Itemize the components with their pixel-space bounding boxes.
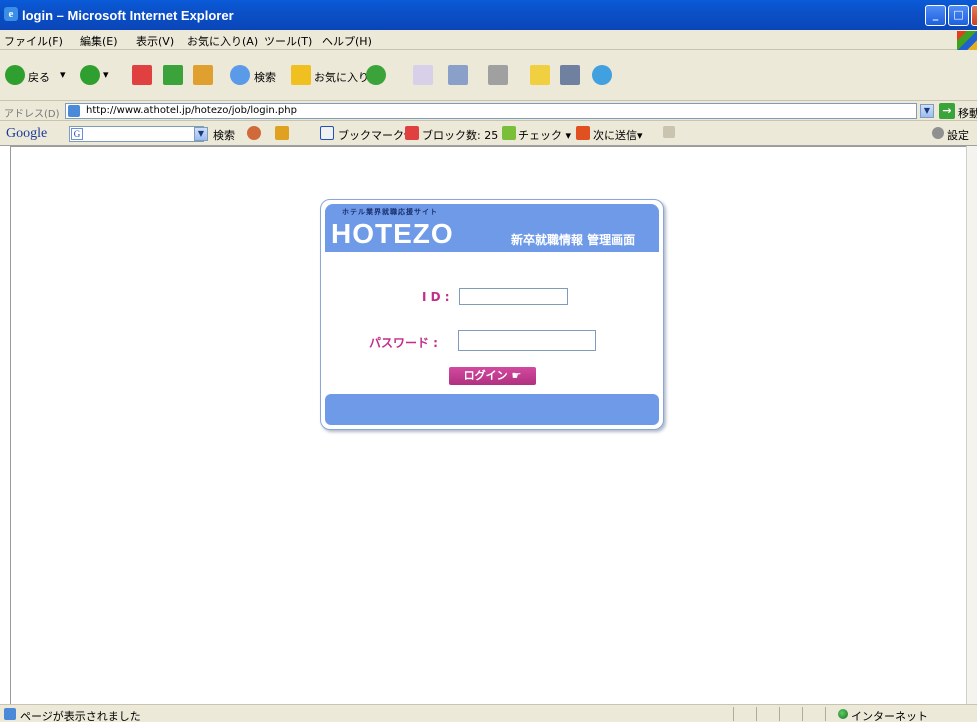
print-icon[interactable] [448, 65, 468, 85]
address-dropdown-icon[interactable]: ▼ [920, 104, 934, 118]
home-icon[interactable] [193, 65, 213, 85]
popup-icon[interactable] [275, 126, 289, 140]
mail-icon[interactable] [413, 65, 433, 85]
pagerank-icon[interactable] [247, 126, 261, 140]
messenger-icon[interactable] [592, 65, 612, 85]
spellcheck-icon[interactable] [502, 126, 516, 140]
note-icon[interactable] [530, 65, 550, 85]
internet-zone-icon [838, 709, 848, 719]
address-bar: アドレス(D) http://www.athotel.jp/hotezo/job… [0, 101, 977, 121]
forward-dropdown-icon[interactable]: ▾ [103, 68, 109, 81]
status-divider [756, 707, 757, 721]
bookmark-star-icon[interactable] [320, 126, 334, 140]
vertical-scrollbar[interactable] [966, 146, 977, 704]
send-icon[interactable] [576, 126, 590, 140]
login-button[interactable]: ログイン ☛ [449, 367, 536, 385]
stop-icon[interactable] [132, 65, 152, 85]
popup-blocker-icon[interactable] [405, 126, 419, 140]
bookmarks-button[interactable]: ブックマーク▾ [338, 127, 410, 143]
menu-file[interactable]: ファイル(F) [4, 33, 63, 49]
blocked-count[interactable]: ブロック数: 25 [422, 127, 498, 143]
windows-logo-icon [957, 31, 977, 50]
page-icon [68, 105, 80, 117]
id-input[interactable] [459, 288, 568, 305]
status-divider [825, 707, 826, 721]
password-input[interactable] [458, 330, 596, 351]
back-arrow-icon[interactable] [5, 65, 25, 85]
hotezo-logo: HOTEZO [331, 218, 454, 249]
send-button[interactable]: 次に送信▾ [593, 127, 643, 143]
minimize-button[interactable]: _ [925, 5, 946, 26]
status-divider [779, 707, 780, 721]
panel-header: ホテル業界就職応援サイト HOTEZO 新卒就職情報 管理画面 [325, 204, 659, 252]
site-tagline: ホテル業界就職応援サイト [342, 208, 438, 216]
research-icon[interactable] [560, 65, 580, 85]
search-icon[interactable] [230, 65, 250, 85]
google-logo[interactable]: Google [6, 126, 47, 142]
panel-footer [325, 394, 659, 425]
forward-arrow-icon[interactable] [80, 65, 100, 85]
address-label: アドレス(D) [4, 109, 60, 120]
close-button[interactable]: × [971, 5, 977, 26]
favorites-label[interactable]: お気に入り [314, 69, 369, 85]
back-dropdown-icon[interactable]: ▾ [60, 68, 66, 81]
menu-help[interactable]: ヘルプ(H) [322, 33, 372, 49]
favorites-star-icon[interactable] [291, 65, 311, 85]
status-page-icon [4, 708, 16, 720]
check-button[interactable]: チェック ▾ [518, 127, 571, 143]
go-label[interactable]: 移動 [958, 105, 977, 121]
admin-subtitle: 新卒就職情報 管理画面 [511, 233, 636, 247]
go-arrow-icon[interactable]: → [939, 103, 955, 119]
status-divider [733, 707, 734, 721]
menu-edit[interactable]: 編集(E) [80, 33, 118, 49]
back-label[interactable]: 戻る [28, 69, 50, 85]
menu-favorites[interactable]: お気に入り(A) [187, 33, 258, 49]
settings-button[interactable]: 設定 [947, 127, 969, 143]
edit-icon[interactable] [488, 65, 508, 85]
menu-view[interactable]: 表示(V) [136, 33, 174, 49]
menu-bar: ファイル(F) 編集(E) 表示(V) お気に入り(A) ツール(T) ヘルプ(… [0, 30, 977, 50]
search-label[interactable]: 検索 [254, 69, 276, 85]
history-icon[interactable] [366, 65, 386, 85]
password-label: パスワード : [369, 336, 438, 350]
address-input[interactable]: http://www.athotel.jp/hotezo/job/login.p… [65, 103, 917, 119]
window-titlebar: e login – Microsoft Internet Explorer _ … [0, 0, 977, 30]
google-toolbar: Google G ▼ 検索 ブックマーク▾ ブロック数: 25 チェック ▾ 次… [0, 121, 977, 146]
standard-toolbar: 戻る ▾ ▾ 検索 お気に入り [0, 50, 977, 101]
refresh-icon[interactable] [163, 65, 183, 85]
menu-tools[interactable]: ツール(T) [264, 33, 312, 49]
status-divider [802, 707, 803, 721]
google-search-button[interactable]: 検索 [213, 127, 235, 143]
maximize-button[interactable]: □ [948, 5, 969, 26]
window-title: login – Microsoft Internet Explorer [22, 8, 234, 23]
id-label: I D : [422, 290, 450, 304]
status-bar: ページが表示されました インターネット [0, 704, 977, 723]
login-panel: ホテル業界就職応援サイト HOTEZO 新卒就職情報 管理画面 I D : パス… [320, 199, 664, 430]
google-search-input[interactable]: G [69, 126, 204, 142]
google-g-icon: G [71, 128, 83, 140]
ie-page-icon: e [4, 7, 18, 21]
google-dropdown-icon[interactable]: ▼ [194, 127, 208, 141]
settings-icon[interactable] [932, 127, 944, 139]
autofill-icon[interactable] [663, 126, 675, 138]
address-url[interactable]: http://www.athotel.jp/hotezo/job/login.p… [86, 105, 297, 116]
